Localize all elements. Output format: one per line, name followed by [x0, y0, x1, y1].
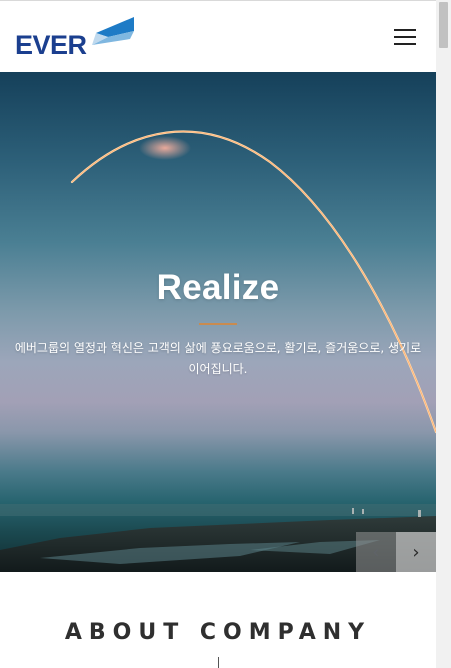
hero-divider	[199, 323, 237, 325]
about-company-heading: ABOUT COMPANY	[64, 620, 372, 645]
page: EVER Realize 에버그룹의 열정과 혁신은 고객의 삶에 풍요로움으로…	[0, 0, 436, 668]
about-divider-line	[218, 657, 219, 668]
hero-background-image	[0, 130, 436, 572]
logo-text: EVER	[15, 30, 87, 60]
hamburger-menu-icon[interactable]	[391, 25, 419, 49]
logo-mark-icon	[92, 17, 134, 45]
page-scrollbar[interactable]	[436, 0, 451, 668]
scrollbar-thumb[interactable]	[439, 2, 448, 48]
hero-description: 에버그룹의 열정과 혁신은 고객의 삶에 풍요로움으로, 활기로, 즐거움으로,…	[14, 341, 422, 376]
site-header: EVER	[0, 1, 436, 72]
chevron-left-icon: ‹	[372, 541, 380, 563]
slider-prev-button[interactable]: ‹	[356, 532, 396, 572]
hero-title: Realize	[156, 268, 280, 307]
hero-slider: Realize 에버그룹의 열정과 혁신은 고객의 삶에 풍요로움으로, 활기로…	[0, 72, 436, 572]
ever-logo[interactable]: EVER	[14, 15, 136, 61]
chevron-right-icon: ›	[412, 541, 420, 563]
slider-next-button[interactable]: ›	[396, 532, 436, 572]
